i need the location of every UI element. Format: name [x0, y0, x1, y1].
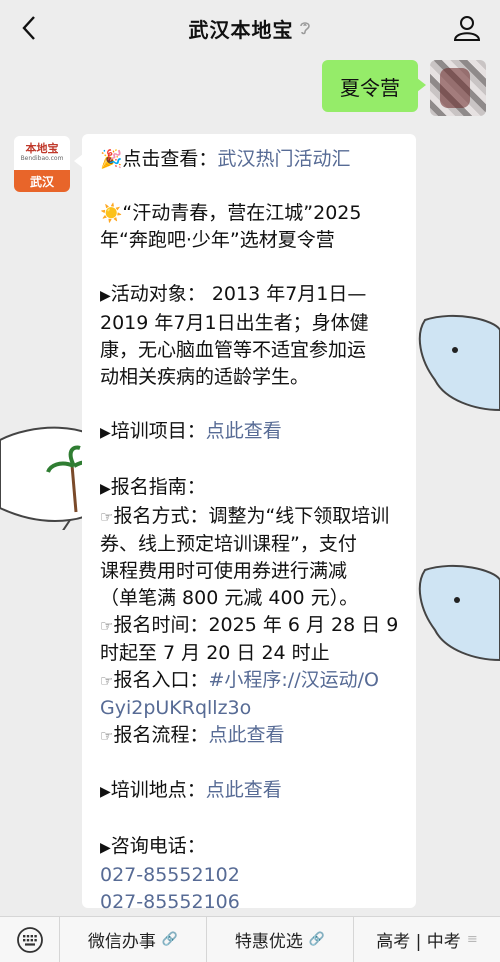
- message-line-title-1: ☀️“汗动青春，营在江城”2025: [100, 200, 406, 227]
- link-icon: 🔗: [161, 932, 179, 947]
- message-line-method-3: 课程费用时可使用券进行满减: [100, 560, 348, 582]
- pointing-hand-icon: ☞: [100, 727, 114, 745]
- logo-name: 本地宝: [25, 142, 59, 155]
- message-line-target-3: 康，无心脑血管等不适宜参加运: [100, 339, 367, 361]
- logo-domain: Bendibao.com: [20, 155, 64, 162]
- message-line-method-2: 券、线上预定培训课程”，支付: [100, 533, 357, 555]
- message-text: 报名流程：: [113, 724, 209, 746]
- header-title-group: 武汉本地宝: [189, 14, 312, 43]
- menu-item-label: 特惠优选: [234, 932, 303, 952]
- message-text: 点击查看：: [122, 148, 218, 170]
- triangle-bullet-icon: ▶: [100, 425, 111, 441]
- party-popper-icon: 🎉: [100, 149, 123, 170]
- chat-header: 武汉本地宝: [0, 0, 500, 56]
- chevron-left-icon: [22, 16, 35, 40]
- menu-item-label: 微信办事: [87, 932, 156, 952]
- message-text: 活动对象： 2013 年7月1日—: [110, 283, 367, 305]
- message-text: 报名入口：: [113, 669, 209, 691]
- pointing-hand-icon: ☞: [100, 508, 114, 526]
- sun-icon: ☀️: [100, 203, 123, 224]
- message-text: 报名方式：调整为“线下领取培训: [113, 505, 390, 527]
- message-text: 报名指南：: [110, 476, 206, 498]
- message-line-target-4: 动相关疾病的适龄学生。: [100, 366, 310, 388]
- hot-events-link[interactable]: 武汉热门活动汇: [217, 148, 350, 170]
- message-line-title-2: 年“奔跑吧·少年”选材夏令营: [100, 229, 335, 251]
- location-link[interactable]: 点此查看: [206, 779, 282, 801]
- triangle-bullet-icon: ▶: [100, 288, 111, 304]
- message-line-method: ☞报名方式：调整为“线下领取培训: [100, 503, 406, 531]
- triangle-bullet-icon: ▶: [100, 481, 111, 497]
- chat-title: 武汉本地宝: [188, 17, 294, 42]
- triangle-bullet-icon: ▶: [100, 840, 111, 856]
- menu-lines-icon: ≡: [466, 932, 478, 947]
- outgoing-message-text: 夏令营: [340, 75, 400, 100]
- message-text: 培训项目：: [110, 420, 206, 442]
- process-link[interactable]: 点此查看: [208, 724, 284, 746]
- menu-item-exams[interactable]: 高考 | 中考 ≡: [354, 917, 500, 962]
- message-line-training-project: ▶培训项目：点此查看: [100, 418, 406, 447]
- message-line-time: ☞报名时间：2025 年 6 月 28 日 9: [100, 612, 406, 640]
- message-line-time-2: 时起至 7 月 20 日 24 时止: [100, 642, 330, 664]
- message-line-hot-events: 🎉点击查看：武汉热门活动汇: [100, 146, 406, 173]
- triangle-bullet-icon: ▶: [100, 784, 111, 800]
- message-text: 咨询电话：: [110, 835, 206, 857]
- phone-link-1[interactable]: 027-85552102: [100, 862, 406, 889]
- outgoing-message-row: 夏令营: [322, 60, 486, 116]
- bottom-menu-bar: 微信办事 🔗 特惠优选 🔗 高考 | 中考 ≡: [0, 916, 500, 962]
- profile-button[interactable]: [452, 13, 482, 43]
- incoming-message-bubble: 🎉点击查看：武汉热门活动汇 ☀️“汗动青春，营在江城”2025 年“奔跑吧·少年…: [74, 134, 416, 913]
- message-line-entry: ☞报名入口：#小程序://汉运动/O: [100, 667, 406, 695]
- message-line-process: ☞报名流程：点此查看: [100, 722, 406, 750]
- message-line-phone: ▶咨询电话：: [100, 833, 406, 862]
- keyboard-toggle-button[interactable]: [0, 916, 60, 962]
- wallpaper-bubble-right-bottom: [418, 564, 500, 662]
- message-text: 培训地点：: [110, 779, 206, 801]
- training-project-link[interactable]: 点此查看: [206, 420, 282, 442]
- logo-city: 武汉: [14, 170, 70, 192]
- message-text: 报名时间：2025 年 6 月 28 日 9: [113, 614, 399, 636]
- outgoing-message-bubble[interactable]: 夏令营: [322, 60, 426, 112]
- keyboard-icon: [16, 926, 43, 953]
- message-line-target-2: 2019 年7月1日出生者；身体健: [100, 312, 369, 334]
- account-avatar[interactable]: 本地宝 Bendibao.com 武汉: [14, 136, 70, 192]
- message-line-location: ▶培训地点：点此查看: [100, 777, 406, 806]
- mini-program-link[interactable]: #小程序://汉运动/O: [208, 669, 378, 691]
- pointing-hand-icon: ☞: [100, 672, 114, 690]
- mini-program-link-cont[interactable]: Gyi2pUKRqllz3o: [100, 695, 406, 722]
- message-line-guide: ▶报名指南：: [100, 474, 406, 503]
- menu-item-wechat-services[interactable]: 微信办事 🔗: [60, 916, 207, 962]
- wallpaper-bubble-right-top: [418, 314, 500, 412]
- link-icon: 🔗: [308, 932, 326, 947]
- menu-item-special-offers[interactable]: 特惠优选 🔗: [207, 916, 354, 962]
- person-icon: [453, 16, 481, 41]
- pointing-hand-icon: ☞: [100, 617, 114, 635]
- menu-item-label: 高考 | 中考: [376, 932, 461, 952]
- account-logo-top: 本地宝 Bendibao.com: [14, 136, 70, 170]
- ear-icon: [299, 22, 310, 35]
- user-avatar[interactable]: [430, 60, 486, 116]
- phone-link-2[interactable]: 027-85552106: [100, 889, 406, 916]
- message-text: “汗动青春，营在江城”2025: [122, 202, 362, 224]
- message-line-target: ▶活动对象： 2013 年7月1日—: [100, 281, 406, 310]
- message-line-method-4: （单笔满 800 元减 400 元）。: [100, 587, 359, 609]
- back-button[interactable]: [14, 12, 44, 44]
